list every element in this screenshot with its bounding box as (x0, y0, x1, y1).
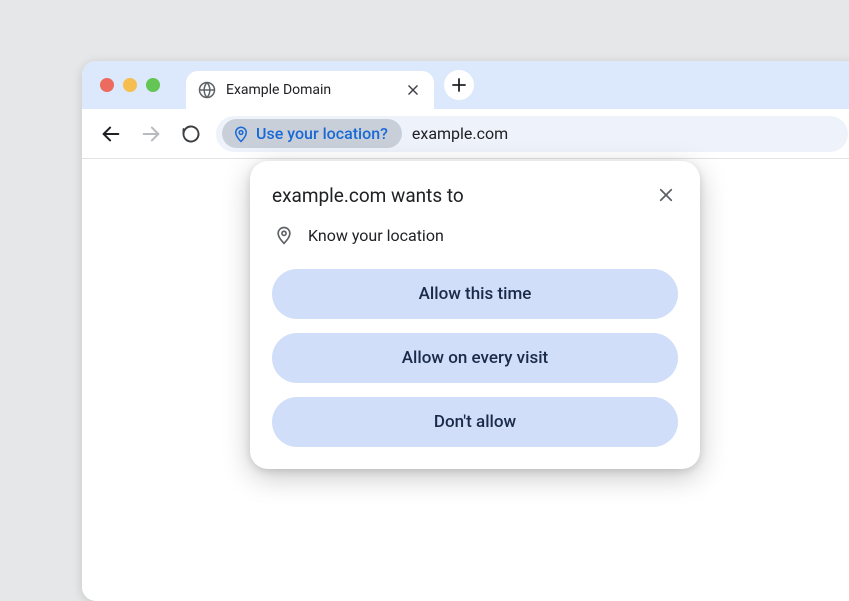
forward-button[interactable] (136, 119, 166, 149)
permission-request-label: Know your location (308, 226, 444, 245)
permission-origin: example.com (272, 184, 386, 207)
window-maximize-button[interactable] (146, 78, 160, 92)
tab-title: Example Domain (226, 82, 404, 98)
globe-icon (198, 81, 216, 99)
url-text: example.com (412, 124, 508, 143)
browser-window: Example Domain (82, 61, 849, 601)
permission-request-row: Know your location (272, 225, 678, 245)
location-pin-icon (232, 125, 250, 143)
allow-always-button[interactable]: Allow on every visit (272, 333, 678, 383)
close-icon (657, 186, 675, 204)
window-close-button[interactable] (100, 78, 114, 92)
toolbar: Use your location? example.com (82, 109, 849, 159)
permission-dialog-title: example.com wants to (272, 184, 464, 207)
back-button[interactable] (96, 119, 126, 149)
reload-icon (181, 124, 201, 144)
page-viewport: example.com wants to (82, 159, 849, 601)
dialog-close-button[interactable] (654, 183, 678, 207)
close-icon[interactable] (404, 81, 422, 99)
browser-tab[interactable]: Example Domain (186, 71, 434, 109)
permission-chip[interactable]: Use your location? (222, 119, 402, 148)
allow-once-button[interactable]: Allow this time (272, 269, 678, 319)
new-tab-button[interactable] (444, 70, 474, 100)
window-controls (100, 78, 160, 92)
permission-title-suffix: wants to (386, 184, 463, 207)
plus-icon (450, 76, 468, 94)
address-bar[interactable]: Use your location? example.com (216, 116, 848, 152)
permission-dialog: example.com wants to (250, 161, 700, 469)
deny-button[interactable]: Don't allow (272, 397, 678, 447)
permission-chip-label: Use your location? (256, 124, 388, 143)
arrow-right-icon (140, 123, 162, 145)
location-pin-icon (274, 225, 294, 245)
window-minimize-button[interactable] (123, 78, 137, 92)
tab-strip: Example Domain (82, 61, 849, 109)
reload-button[interactable] (176, 119, 206, 149)
arrow-left-icon (100, 123, 122, 145)
